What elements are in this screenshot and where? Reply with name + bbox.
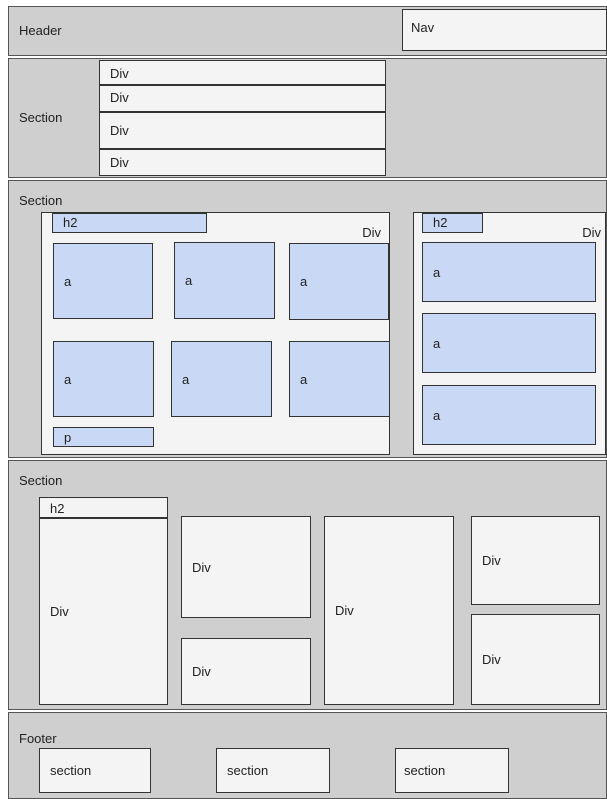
link-block[interactable]: a <box>174 242 275 319</box>
section-3-div: Div <box>471 614 600 705</box>
link-block[interactable]: a <box>53 243 153 319</box>
link-block[interactable]: a <box>289 243 389 320</box>
footer-label: Footer <box>19 731 57 746</box>
section-3-block: Section h2 Div Div Div Div Div Div <box>8 460 607 710</box>
section-2-left-h2: h2 <box>52 213 207 233</box>
link-block[interactable]: a <box>53 341 154 417</box>
section-1-label: Section <box>19 110 63 125</box>
section-1-block: Section Div Div Div Div <box>8 58 607 178</box>
header-block: Header Nav <box>8 6 607 56</box>
footer-section: section <box>39 748 151 793</box>
section-2-block: Section Div h2 a a a a a a p Div h2 a a … <box>8 180 607 458</box>
section-1-div: Div <box>99 60 386 85</box>
section-2-right-div: Div h2 a a a <box>413 212 606 455</box>
section-3-div: Div <box>181 516 311 618</box>
nav-block: Nav <box>402 9 607 51</box>
header-label: Header <box>19 23 62 38</box>
link-block[interactable]: a <box>422 385 596 445</box>
section-2-left-div-label: Div <box>362 225 381 240</box>
footer-section: section <box>395 748 509 793</box>
section-1-div: Div <box>99 112 386 149</box>
footer-section: section <box>216 748 330 793</box>
link-block[interactable]: a <box>422 242 596 302</box>
link-block[interactable]: a <box>171 341 272 417</box>
section-2-right-h2: h2 <box>422 213 483 233</box>
nav-label: Nav <box>411 20 435 35</box>
section-1-div: Div <box>99 149 386 176</box>
section-2-label: Section <box>19 193 63 208</box>
section-1-div: Div <box>99 85 386 112</box>
section-3-h2: h2 <box>39 497 168 518</box>
section-3-label: Section <box>19 473 63 488</box>
section-2-left-div: Div h2 a a a a a a p <box>41 212 390 455</box>
section-3-div: Div <box>181 638 311 705</box>
link-block[interactable]: a <box>422 313 596 373</box>
section-2-right-div-label: Div <box>582 225 601 240</box>
section-3-div: Div <box>39 518 168 705</box>
section-3-div: Div <box>324 516 454 705</box>
footer-block: Footer section section section <box>8 712 607 799</box>
section-3-div: Div <box>471 516 600 605</box>
section-2-left-p: p <box>53 427 154 447</box>
link-block[interactable]: a <box>289 341 390 417</box>
